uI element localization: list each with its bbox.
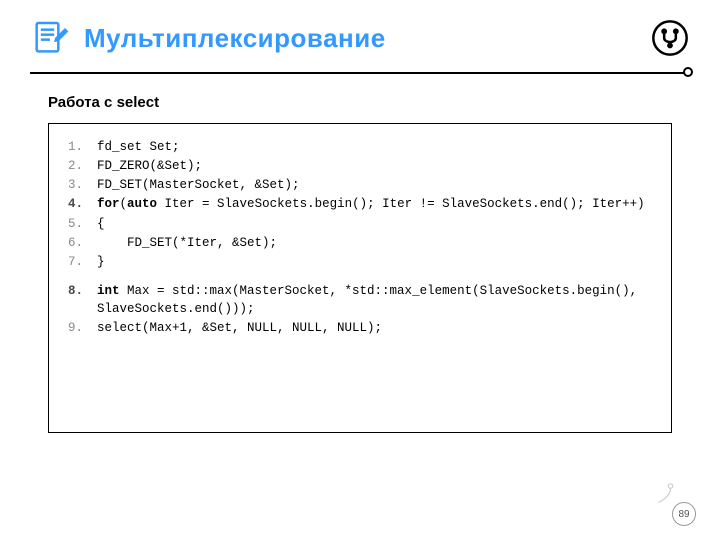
code-block: 1.fd_set Set;2.FD_ZERO(&Set);3.FD_SET(Ma… <box>48 123 672 433</box>
code-line: 2.FD_ZERO(&Set); <box>61 157 659 175</box>
branch-icon <box>650 18 690 58</box>
code-line: 9.select(Max+1, &Set, NULL, NULL, NULL); <box>61 319 659 337</box>
code-line: 8.int Max = std::max(MasterSocket, *std:… <box>61 282 659 318</box>
slide-header: Мультиплексирование <box>0 0 720 58</box>
code-text: FD_ZERO(&Set); <box>97 157 659 175</box>
code-text: fd_set Set; <box>97 138 659 156</box>
line-number: 1. <box>61 138 97 156</box>
code-line: 6. FD_SET(*Iter, &Set); <box>61 234 659 252</box>
divider <box>30 72 690 74</box>
code-line: 4.for(auto Iter = SlaveSockets.begin(); … <box>61 195 659 213</box>
decor-branch-icon <box>648 480 678 510</box>
code-text: FD_SET(MasterSocket, &Set); <box>97 176 659 194</box>
divider-dot-icon <box>683 67 693 77</box>
code-text: for(auto Iter = SlaveSockets.begin(); It… <box>97 195 659 213</box>
line-number: 4. <box>61 195 97 213</box>
line-number: 5. <box>61 215 97 233</box>
line-number: 9. <box>61 319 97 337</box>
page-number: 89 <box>672 502 696 526</box>
line-number: 7. <box>61 253 97 271</box>
line-number: 3. <box>61 176 97 194</box>
code-line: 3.FD_SET(MasterSocket, &Set); <box>61 176 659 194</box>
code-line: 1.fd_set Set; <box>61 138 659 156</box>
document-edit-icon <box>30 18 70 58</box>
line-number: 8. <box>61 282 97 300</box>
page-title: Мультиплексирование <box>84 23 386 54</box>
code-line: 7.} <box>61 253 659 271</box>
line-number: 2. <box>61 157 97 175</box>
code-text: int Max = std::max(MasterSocket, *std::m… <box>97 282 659 318</box>
code-text: FD_SET(*Iter, &Set); <box>97 234 659 252</box>
code-line: 5.{ <box>61 215 659 233</box>
code-text: select(Max+1, &Set, NULL, NULL, NULL); <box>97 319 659 337</box>
code-text: } <box>97 253 659 271</box>
section-subtitle: Работа с select <box>48 94 672 111</box>
line-number: 6. <box>61 234 97 252</box>
code-text: { <box>97 215 659 233</box>
